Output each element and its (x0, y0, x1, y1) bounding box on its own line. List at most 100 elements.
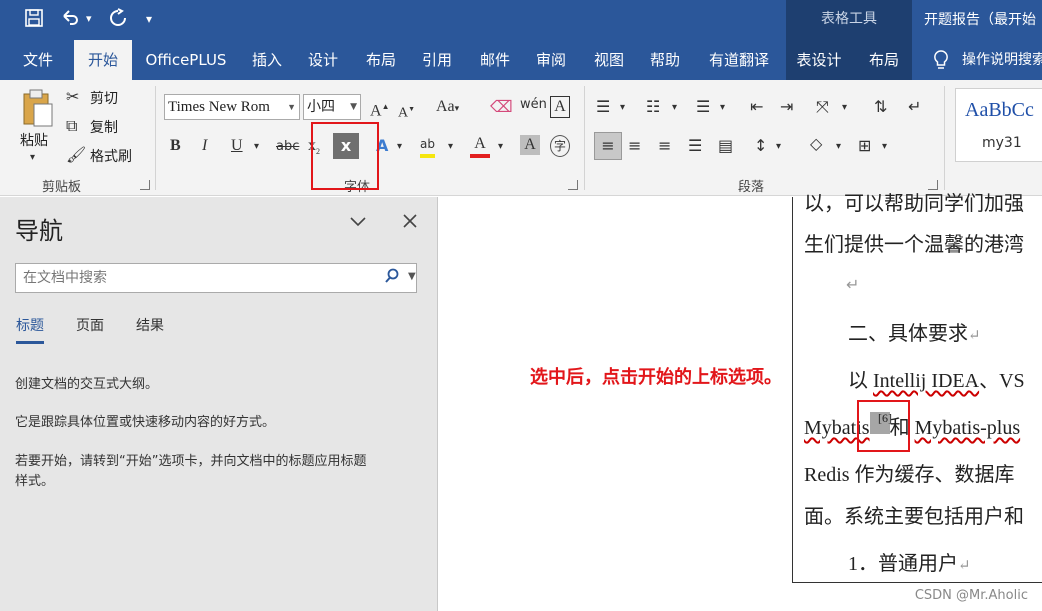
change-case-icon[interactable]: Aa▾ (436, 97, 459, 118)
increase-indent-icon[interactable]: ⇥ (780, 97, 793, 117)
font-color-dropdown-icon[interactable]: ▾ (498, 137, 503, 157)
nav-help-text-2: 它是跟踪具体位置或快速移动内容的好方式。 (15, 415, 276, 430)
tab-table-design[interactable]: 表设计 (790, 40, 848, 80)
multilevel-list-dropdown-icon[interactable]: ▾ (720, 98, 725, 118)
nav-tab-headings[interactable]: 标题 (16, 315, 44, 344)
undo-dropdown-icon[interactable]: ▾ (86, 8, 92, 30)
borders-icon[interactable]: ⊞ (858, 136, 871, 156)
style-name: my31 (982, 135, 1022, 151)
character-border-icon[interactable]: A (550, 96, 570, 118)
font-dialog-launcher[interactable] (568, 180, 578, 190)
shading-dropdown-icon[interactable]: ▾ (836, 137, 841, 157)
watermark: CSDN @Mr.Aholic (914, 588, 1028, 603)
nav-help-text-3a: 若要开始，请转到“开始”选项卡，并向文档中的标题应用标题 (15, 454, 367, 469)
tab-youdao[interactable]: 有道翻译 (700, 40, 778, 80)
chevron-down-icon[interactable] (348, 211, 368, 236)
tab-table-layout[interactable]: 布局 (856, 40, 912, 80)
bullets-icon[interactable]: ☰ (596, 97, 610, 117)
nav-search-input[interactable] (16, 264, 366, 292)
style-gallery-item[interactable]: AaBbCc my31 (955, 88, 1042, 162)
search-icon[interactable] (384, 268, 400, 288)
ribbon-home: 粘贴 ▾ ✂ 剪切 ⧉ 复制 🖌 格式刷 剪贴板 Times New Rom ▼… (0, 80, 1042, 196)
tell-me-search[interactable]: 操作说明搜索 (962, 40, 1042, 80)
bullets-dropdown-icon[interactable]: ▾ (620, 98, 625, 118)
italic-icon[interactable]: I (202, 136, 207, 156)
customize-qat-icon[interactable]: ▾ (146, 8, 152, 30)
format-painter-icon[interactable]: 🖌 (66, 145, 86, 165)
phonetic-guide-icon[interactable]: wén (520, 95, 547, 115)
font-name-combo[interactable]: Times New Rom ▼ (164, 94, 300, 120)
format-painter-button[interactable]: 格式刷 (90, 146, 132, 166)
line-spacing-icon[interactable]: ↕ (754, 136, 767, 156)
cut-icon[interactable]: ✂ (66, 87, 79, 107)
tab-review[interactable]: 审阅 (528, 40, 574, 80)
copy-button[interactable]: 复制 (90, 117, 118, 137)
tab-mailings[interactable]: 邮件 (472, 40, 518, 80)
tab-help[interactable]: 帮助 (642, 40, 688, 80)
underline-icon[interactable]: U (231, 136, 243, 156)
tab-design[interactable]: 设计 (300, 40, 346, 80)
clear-formatting-icon[interactable]: ⌫ (490, 97, 513, 117)
tab-references[interactable]: 引用 (414, 40, 460, 80)
nav-search-box[interactable]: ▼ (15, 263, 417, 293)
tab-officeplus[interactable]: OfficePLUS (140, 40, 232, 80)
justify-icon[interactable]: ☰ (688, 136, 702, 156)
doc-line-5: Mybatis 和 Mybatis-plus (804, 411, 1020, 440)
doc-line-6: Redis 作为缓存、数据库 (804, 464, 1015, 486)
show-marks-icon[interactable]: ↵ (908, 97, 921, 117)
tab-view[interactable]: 视图 (586, 40, 632, 80)
font-color-icon[interactable]: A (470, 134, 490, 158)
paste-button[interactable]: 粘贴 (20, 130, 48, 150)
multilevel-list-icon[interactable]: ☰ (696, 97, 710, 117)
shrink-font-icon[interactable]: A▼ (398, 99, 415, 124)
clipboard-dialog-launcher[interactable] (140, 180, 150, 190)
numbering-icon[interactable]: ☷ (646, 97, 660, 117)
nav-title: 导航 (15, 217, 63, 245)
group-separator (944, 86, 945, 190)
cut-button[interactable]: 剪切 (90, 88, 118, 108)
decrease-indent-icon[interactable]: ⇤ (750, 97, 763, 117)
close-icon[interactable] (400, 211, 420, 236)
chinese-layout-icon[interactable]: ⤧ (816, 97, 829, 117)
chinese-layout-dropdown-icon[interactable]: ▾ (842, 98, 847, 118)
style-sample: AaBbCc (965, 99, 1034, 121)
navigation-pane: 导航 ▼ 标题 页面 结果 创建文档的交互式大纲。 它是跟踪具体位置或快速移动内… (0, 197, 438, 611)
nav-tab-results[interactable]: 结果 (136, 315, 164, 335)
tab-insert[interactable]: 插入 (244, 40, 290, 80)
shading-icon[interactable]: ◇ (810, 134, 822, 154)
tab-layout[interactable]: 布局 (358, 40, 404, 80)
align-right-icon[interactable]: ≡ (658, 136, 671, 156)
align-left-icon[interactable]: ≡ (594, 132, 622, 160)
paste-dropdown-icon[interactable]: ▾ (30, 148, 35, 168)
paste-icon[interactable] (20, 88, 54, 128)
undo-icon[interactable] (60, 8, 80, 34)
text-effects-dropdown-icon[interactable]: ▾ (397, 137, 402, 157)
save-icon[interactable] (24, 8, 44, 34)
strikethrough-icon[interactable]: abc (276, 137, 299, 157)
document-area: 以，可以帮助同学们加强 生们提供一个温馨的港湾 ↵ 二、具体要求↵ 以 Inte… (439, 193, 1042, 611)
copy-icon[interactable]: ⧉ (66, 116, 77, 136)
highlight-dropdown-icon[interactable]: ▾ (448, 137, 453, 157)
grow-font-icon[interactable]: A▲ (370, 97, 389, 121)
redo-icon[interactable] (108, 8, 128, 34)
tab-home[interactable]: 开始 (74, 40, 132, 80)
document-page[interactable]: 以，可以帮助同学们加强 生们提供一个温馨的港湾 ↵ 二、具体要求↵ 以 Inte… (632, 193, 1042, 611)
line-spacing-dropdown-icon[interactable]: ▾ (776, 137, 781, 157)
highlight-icon[interactable]: ab (420, 134, 435, 158)
font-size-combo[interactable]: 小四 ▼ (303, 94, 361, 120)
distributed-icon[interactable]: ▤ (718, 136, 733, 156)
numbering-dropdown-icon[interactable]: ▾ (672, 98, 677, 118)
nav-help-text-3b: 样式。 (15, 474, 55, 489)
align-center-icon[interactable]: ≡ (628, 136, 641, 156)
underline-dropdown-icon[interactable]: ▾ (254, 137, 259, 157)
sort-icon[interactable]: ⇅ (874, 97, 887, 117)
bold-icon[interactable]: B (170, 136, 181, 156)
tab-file[interactable]: 文件 (10, 40, 66, 80)
clipboard-group-label: 剪贴板 (42, 180, 82, 195)
nav-tab-pages[interactable]: 页面 (76, 315, 104, 335)
table-tools-label: 表格工具 (821, 11, 877, 27)
borders-dropdown-icon[interactable]: ▾ (882, 137, 887, 157)
chevron-down-icon[interactable]: ▼ (408, 271, 416, 282)
enclose-characters-icon[interactable]: 字 (550, 135, 570, 157)
character-shading-icon[interactable]: A (520, 135, 540, 155)
